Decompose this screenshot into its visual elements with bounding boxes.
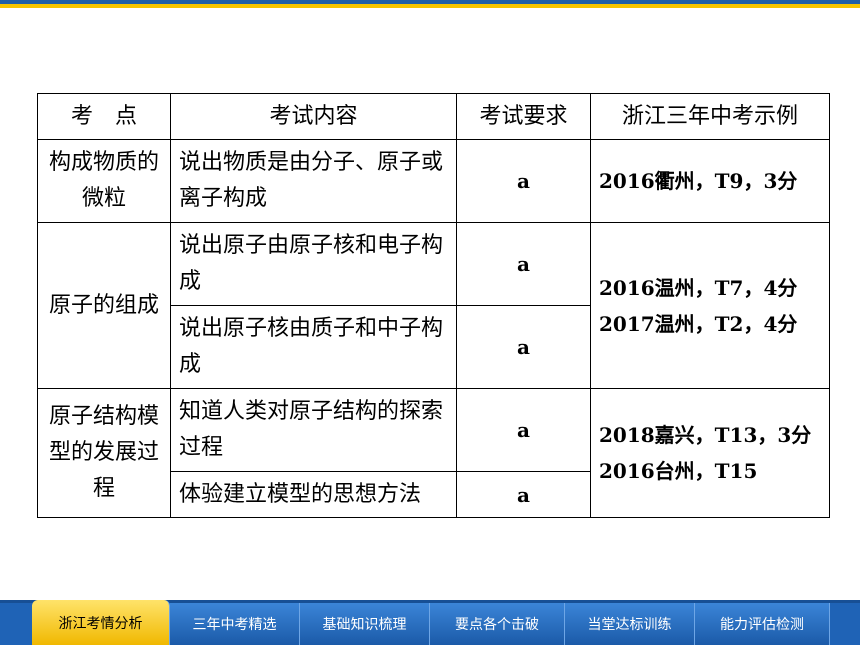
example-line: 2018嘉兴，T13，3分 — [599, 423, 812, 447]
content-cell: 知道人类对原子结构的探索过程 — [170, 388, 457, 472]
example-cell: 2016温州，T7，4分 2017温州，T2，4分 — [590, 222, 830, 389]
topic-cell: 原子结构模型的发展过程 — [37, 388, 171, 518]
example-cell: 2016衢州，T9，3分 — [590, 139, 830, 223]
requirement-cell: a — [456, 222, 591, 306]
table-header-row: 考 点 考试内容 考试要求 浙江三年中考示例 — [37, 93, 830, 140]
header-content: 考试内容 — [170, 93, 457, 140]
exam-analysis-table: 考 点 考试内容 考试要求 浙江三年中考示例 构成物质的微粒 说出物质是由分子、… — [37, 93, 830, 518]
top-accent-line-yellow — [0, 4, 860, 8]
requirement-cell: a — [456, 139, 591, 223]
nav-tab-three-year-selection[interactable]: 三年中考精选 — [170, 603, 300, 645]
nav-tab-ability-assessment[interactable]: 能力评估检测 — [695, 603, 830, 645]
example-cell: 2018嘉兴，T13，3分 2016台州，T15 — [590, 388, 830, 518]
requirement-cell: a — [456, 305, 591, 389]
example-line: 2017温州，T2，4分 — [599, 311, 798, 336]
topic-cell: 构成物质的微粒 — [37, 139, 171, 223]
content-cell: 说出原子核由质子和中子构成 — [170, 305, 457, 389]
requirement-cell: a — [456, 388, 591, 472]
nav-tab-basic-knowledge[interactable]: 基础知识梳理 — [300, 603, 430, 645]
requirement-cell: a — [456, 471, 591, 518]
example-line: 2016台州，T15 — [599, 459, 758, 483]
nav-tab-key-points[interactable]: 要点各个击破 — [430, 603, 565, 645]
topic-cell: 原子的组成 — [37, 222, 171, 389]
content-cell: 体验建立模型的思想方法 — [170, 471, 457, 518]
content-cell: 说出物质是由分子、原子或离子构成 — [170, 139, 457, 223]
header-examples: 浙江三年中考示例 — [590, 93, 830, 140]
table-row: 构成物质的微粒 说出物质是由分子、原子或离子构成 a 2016衢州，T9，3分 — [37, 139, 830, 223]
table-row: 原子结构模型的发展过程 知道人类对原子结构的探索过程 a 2018嘉兴，T13，… — [37, 388, 830, 518]
content-cell: 说出原子由原子核和电子构成 — [170, 222, 457, 306]
nav-tab-exam-analysis[interactable]: 浙江考情分析 — [32, 600, 170, 645]
example-line: 2016温州，T7，4分 — [599, 275, 798, 300]
nav-tab-class-practice[interactable]: 当堂达标训练 — [565, 603, 695, 645]
example-line: 2016衢州，T9，3分 — [599, 169, 798, 193]
header-requirement: 考试要求 — [456, 93, 591, 140]
bottom-navigation-bar: 浙江考情分析 三年中考精选 基础知识梳理 要点各个击破 当堂达标训练 能力评估检… — [0, 600, 860, 645]
table-row: 原子的组成 说出原子由原子核和电子构成 a 2016温州，T7，4分 2017温… — [37, 222, 830, 389]
header-topic: 考 点 — [37, 93, 171, 140]
